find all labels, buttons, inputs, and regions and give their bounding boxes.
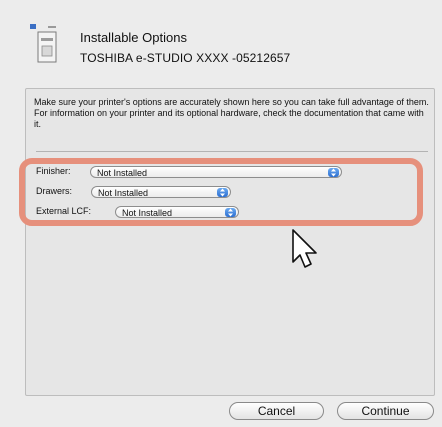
cancel-button[interactable]: Cancel xyxy=(229,402,324,420)
printer-icon xyxy=(30,24,57,63)
mouse-pointer-icon xyxy=(292,229,317,268)
options-highlight xyxy=(19,158,423,226)
printer-name: TOSHIBA e-STUDIO XXXX -05212657 xyxy=(80,51,291,65)
dialog-title: Installable Options xyxy=(80,30,187,45)
description-text: Make sure your printer's options are acc… xyxy=(34,97,429,129)
installable-options-sheet: Installable Options TOSHIBA e-STUDIO XXX… xyxy=(0,0,442,427)
continue-button[interactable]: Continue xyxy=(337,402,434,420)
divider xyxy=(36,151,428,152)
options-panel xyxy=(25,88,435,396)
